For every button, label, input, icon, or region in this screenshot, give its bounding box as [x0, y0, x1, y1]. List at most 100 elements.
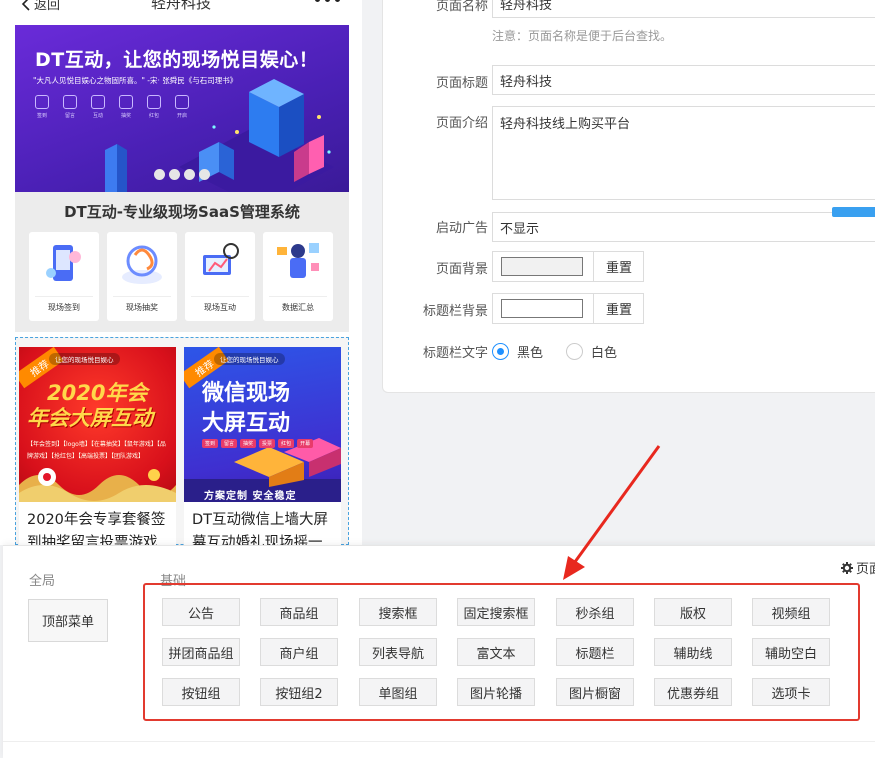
page-name-input[interactable]: 轻舟科技: [492, 0, 875, 18]
phone-title: 轻舟科技: [150, 0, 211, 12]
radio-black-label: 黑色: [517, 346, 544, 361]
promo-title: 2020年会专享套餐签 到抽奖留言投票游戏: [27, 509, 174, 545]
component-button[interactable]: 搜索框: [359, 598, 437, 626]
component-button[interactable]: 公告: [162, 598, 240, 626]
promo-chips: 签到 留言 抽奖 投票 红包 开幕: [202, 439, 314, 448]
feature-icon: [119, 95, 133, 109]
feature-card-label: 现场签到: [48, 303, 80, 312]
banner-carousel[interactable]: DT互动，让您的现场悦目娱心！ "大凡人见悦目娱心之物固所喜。" -宋· 张舜民…: [15, 25, 349, 192]
component-button[interactable]: 优惠券组: [654, 678, 732, 706]
promo-item[interactable]: 推荐 让您的现场悦目娱心 微信现场 大屏互动 签到 留言 抽奖 投票 红包 开幕 方案定制…: [184, 347, 341, 545]
promo-chip: 开幕: [297, 439, 314, 448]
feature-card[interactable]: 现场抽奖: [107, 232, 177, 321]
titlebar-bg-picker: 重置: [492, 293, 644, 324]
carousel-dot[interactable]: [154, 169, 165, 180]
feature-icon: [91, 95, 105, 109]
banner-feature-icon: 留言: [60, 95, 80, 119]
save-button[interactable]: [832, 207, 875, 217]
top-menu-button[interactable]: 顶部菜单: [28, 599, 108, 642]
card-divider: [191, 296, 249, 297]
promo-line2: 大屏互动: [202, 411, 291, 436]
feature-card-label: 数据汇总: [282, 303, 314, 312]
page-bg-swatch[interactable]: [501, 257, 583, 276]
radio-black[interactable]: 黑色: [492, 342, 543, 361]
ad-select[interactable]: 不显示: [492, 212, 875, 242]
feature-icon-label: 互动: [92, 113, 103, 119]
component-button[interactable]: 按钮组2: [260, 678, 338, 706]
page-intro-textarea[interactable]: 轻舟科技线上购买平台: [492, 106, 875, 200]
promo-title-line1: 2020年会专享套餐签: [27, 512, 166, 528]
component-button[interactable]: 富文本: [457, 638, 535, 666]
feature-icon-label: 留言: [64, 113, 75, 119]
feature-card[interactable]: 数据汇总: [263, 232, 333, 321]
component-button[interactable]: 选项卡: [752, 678, 830, 706]
radio-white[interactable]: 白色: [566, 342, 617, 361]
component-button[interactable]: 单图组: [359, 678, 437, 706]
component-button[interactable]: 列表导航: [359, 638, 437, 666]
banner-feature-icon: 互动: [88, 95, 108, 119]
component-drawer: 全局 基础 页面 顶部菜单 公告商品组搜索框固定搜索框秒杀组版权视频组拼团商品组…: [3, 545, 875, 758]
feature-icon-label: 签到: [36, 113, 47, 119]
radio-black-dot[interactable]: [492, 343, 509, 360]
component-button[interactable]: 商品组: [260, 598, 338, 626]
component-button[interactable]: 拼团商品组: [162, 638, 240, 666]
section-title: DT互动-专业级现场SaaS管理系统: [64, 203, 300, 221]
page-bg-label: 页面背景: [435, 262, 488, 277]
promo-chip: 抽奖: [240, 439, 257, 448]
feature-illustration: [277, 243, 319, 278]
page-settings-link[interactable]: 页面: [841, 558, 875, 577]
carousel-dot[interactable]: [169, 169, 180, 180]
promo-image: 推荐 让您的现场悦目娱心 微信现场 大屏互动 签到 留言 抽奖 投票 红包 开幕 方案定制…: [184, 347, 341, 502]
component-button[interactable]: 秒杀组: [556, 598, 634, 626]
promo-foot: 方案定制 安全稳定: [204, 491, 297, 502]
page-bg-picker: 重置: [492, 251, 644, 282]
page-intro-label: 页面介绍: [435, 116, 488, 131]
phone-nav-bar: 返回 轻舟科技: [0, 0, 362, 14]
banner-feature-icon: 抽奖: [116, 95, 136, 119]
titlebar-bg-swatch[interactable]: [501, 299, 583, 318]
promo-title: DT互动微信上墙大屏 幕互动婚礼现场摇一: [192, 509, 339, 545]
page-title-input[interactable]: 轻舟科技: [492, 65, 875, 95]
promo-sub: 让您的现场悦目娱心: [214, 353, 285, 365]
page-bg-reset-button[interactable]: 重置: [593, 252, 644, 281]
page-title-label: 页面标题: [435, 76, 488, 91]
carousel-dot[interactable]: [199, 169, 210, 180]
component-button[interactable]: 图片轮播: [457, 678, 535, 706]
feature-illustration: [203, 243, 239, 275]
promo-chip: 投票: [259, 439, 276, 448]
promo-line2: 年会大屏互动: [27, 406, 153, 430]
component-button[interactable]: 标题栏: [556, 638, 634, 666]
card-divider: [35, 296, 93, 297]
component-button[interactable]: 视频组: [752, 598, 830, 626]
promo-title-line2: 到抽奖留言投票游戏: [27, 535, 158, 545]
component-button[interactable]: 图片橱窗: [556, 678, 634, 706]
feature-card[interactable]: 现场签到: [29, 232, 99, 321]
component-button[interactable]: 按钮组: [162, 678, 240, 706]
promo-item[interactable]: 推荐 让您的现场悦目娱心 2020年会 年会大屏互动 【年会签到】【logo墙】…: [19, 347, 176, 545]
component-button[interactable]: 固定搜索框: [457, 598, 535, 626]
more-icon[interactable]: [315, 0, 340, 2]
festive-decoration: [19, 468, 176, 502]
drawer-divider: [3, 741, 875, 742]
component-button[interactable]: 版权: [654, 598, 732, 626]
feature-card-label: 现场互动: [204, 303, 236, 312]
page-settings-panel: 页面名称 轻舟科技 注意：页面名称是便于后台查找。 页面标题 轻舟科技 页面介绍…: [382, 0, 875, 393]
feature-card[interactable]: 现场互动: [185, 232, 255, 321]
promo-chip: 红包: [278, 439, 295, 448]
ad-label: 启动广告: [435, 221, 488, 236]
card-divider: [269, 296, 327, 297]
radio-white-dot[interactable]: [566, 343, 583, 360]
tower-illustration: [105, 144, 127, 192]
banner-feature-icon: 签到: [32, 95, 52, 119]
promo-title-line2: 幕互动婚礼现场摇一: [192, 535, 323, 545]
carousel-dots[interactable]: [15, 169, 349, 180]
component-button[interactable]: 辅助线: [654, 638, 732, 666]
group-global-label: 全局: [29, 574, 56, 589]
carousel-dot[interactable]: [184, 169, 195, 180]
phone-preview: 返回 轻舟科技 DT互动，让您的现场悦目娱心！ "大凡人见悦目娱心之物固所喜。"…: [0, 0, 362, 545]
gear-icon: [841, 561, 853, 574]
titlebar-bg-reset-button[interactable]: 重置: [593, 294, 644, 323]
component-button[interactable]: 商户组: [260, 638, 338, 666]
promo-section[interactable]: 推荐 让您的现场悦目娱心 2020年会 年会大屏互动 【年会签到】【logo墙】…: [15, 337, 349, 545]
component-button[interactable]: 辅助空白: [752, 638, 830, 666]
